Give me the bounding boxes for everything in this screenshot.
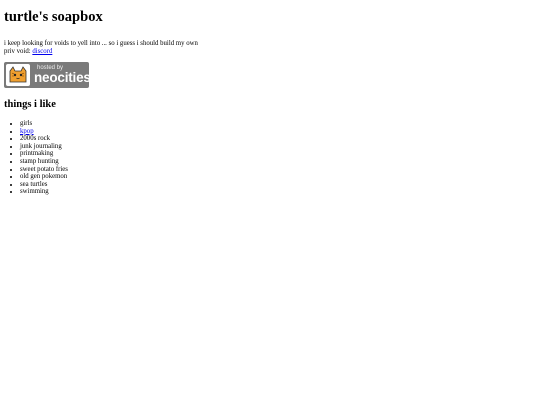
list-item: junk journaling: [20, 143, 536, 151]
badge-brand-text: neocities: [34, 70, 89, 85]
list-item: kpop: [20, 128, 536, 136]
list-item: old gen pokemon: [20, 173, 536, 181]
intro-line-1: i keep looking for voids to yell into ..…: [4, 40, 198, 47]
list-item: girls: [20, 120, 536, 128]
list-item-label: printmaking: [20, 150, 54, 158]
intro-text: i keep looking for voids to yell into ..…: [4, 40, 536, 56]
list-item: sea turtles: [20, 181, 536, 189]
neocities-cat-icon: [6, 64, 30, 86]
page-title: turtle's soapbox: [4, 9, 103, 25]
list-item: stamp hunting: [20, 158, 536, 166]
likes-heading: things i like: [4, 99, 56, 110]
likes-list: girls kpop 2000s rock junk journaling pr…: [4, 120, 536, 196]
list-item-label: sea turtles: [20, 180, 48, 188]
list-item: 2000s rock: [20, 135, 536, 143]
list-item-label: girls: [20, 120, 33, 127]
hosted-by-neocities-badge[interactable]: hosted by neocities: [4, 62, 89, 88]
list-item: sweet potato fries: [20, 166, 536, 174]
discord-link[interactable]: discord: [32, 48, 52, 55]
list-item-label: junk journaling: [20, 142, 62, 150]
page: turtle's soapbox i keep looking for void…: [0, 0, 540, 196]
list-item-label: sweet potato fries: [20, 165, 68, 173]
list-item-label: 2000s rock: [20, 135, 51, 143]
list-item-label: swimming: [20, 188, 49, 196]
kpop-link[interactable]: kpop: [20, 128, 34, 135]
intro-line-2-prefix: priv void:: [4, 48, 33, 55]
list-item-label: old gen pokemon: [20, 173, 68, 181]
list-item-label: stamp hunting: [20, 157, 59, 165]
list-item: printmaking: [20, 150, 536, 158]
list-item: swimming: [20, 188, 536, 196]
